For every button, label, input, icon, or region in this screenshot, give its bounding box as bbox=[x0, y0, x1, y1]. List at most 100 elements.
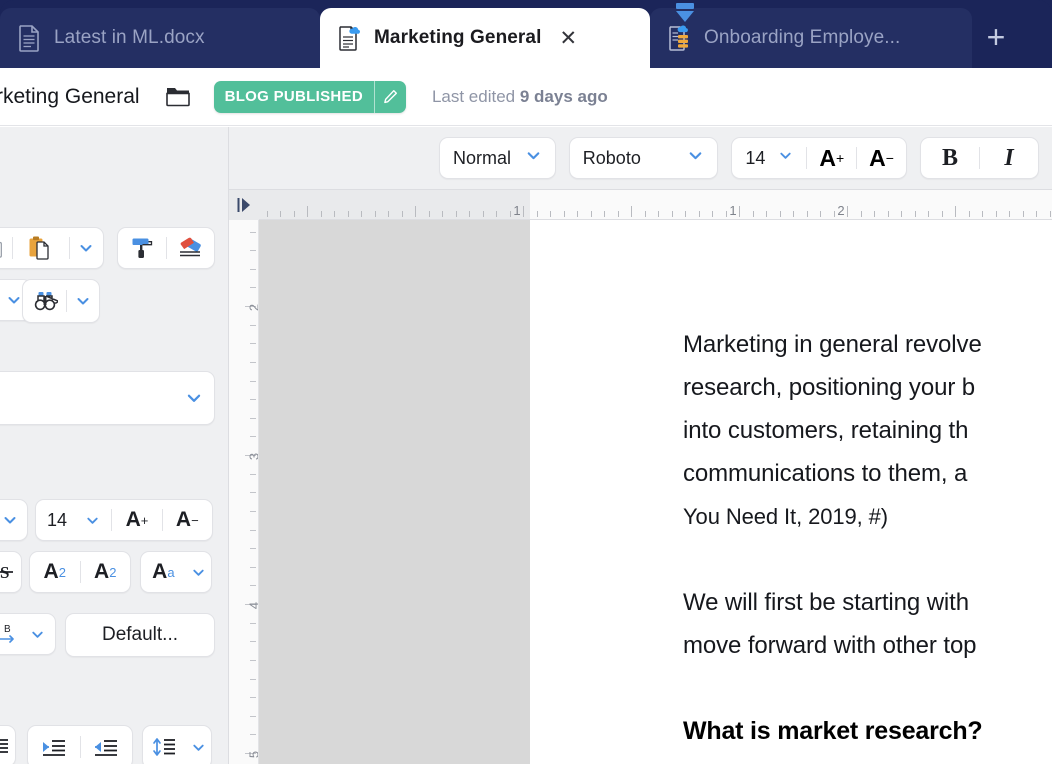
ruler-tick bbox=[1050, 211, 1051, 217]
chevron-down-icon[interactable] bbox=[778, 148, 793, 168]
ruler-tick bbox=[591, 211, 592, 217]
letter-spacing-icon[interactable]: A B bbox=[0, 614, 21, 654]
ruler-tick bbox=[577, 211, 578, 217]
chevron-down-icon[interactable] bbox=[186, 726, 211, 764]
chevron-down-icon[interactable] bbox=[21, 614, 53, 654]
ruler-tick bbox=[672, 211, 673, 217]
chevron-down-icon[interactable] bbox=[70, 228, 103, 268]
vertical-ruler-tick bbox=[250, 362, 256, 363]
find-group bbox=[22, 279, 100, 323]
ruler-tick bbox=[847, 206, 848, 217]
panel-expand-icon[interactable] bbox=[229, 190, 259, 220]
line-spacing-icon[interactable] bbox=[143, 726, 186, 764]
indent-decrease-icon[interactable] bbox=[81, 726, 133, 764]
strikethrough-group-clipped[interactable]: S bbox=[0, 551, 22, 593]
status-badge-label: BLOG PUBLISHED bbox=[214, 81, 374, 113]
decrease-font-size-button[interactable]: A− bbox=[163, 500, 212, 540]
ruler-tick bbox=[618, 211, 619, 217]
align-group-clipped[interactable] bbox=[0, 725, 16, 764]
line-spacing-group[interactable] bbox=[142, 725, 212, 764]
pencil-icon[interactable] bbox=[374, 81, 406, 113]
change-case-group[interactable]: Aa bbox=[140, 551, 212, 593]
ruler-tick bbox=[820, 211, 821, 217]
font-select-clipped[interactable] bbox=[0, 499, 28, 541]
document-list-cloud-icon bbox=[666, 24, 692, 52]
vertical-ruler-tick bbox=[250, 734, 256, 735]
document-cloud-icon bbox=[336, 24, 362, 52]
ruler-tick bbox=[456, 211, 457, 217]
ruler-tick bbox=[834, 211, 835, 217]
superscript-button[interactable]: A2 bbox=[30, 552, 80, 592]
font-size-group-top: 14 A+ A− bbox=[731, 137, 907, 179]
new-tab-button[interactable]: + bbox=[975, 16, 1017, 58]
indent-increase-icon[interactable] bbox=[28, 726, 80, 764]
default-style-label: Default... bbox=[102, 624, 178, 646]
chevron-down-icon[interactable] bbox=[525, 147, 542, 169]
ruler-tick bbox=[658, 211, 659, 217]
change-case-button[interactable]: Aa bbox=[141, 552, 186, 592]
font-family-select[interactable]: Roboto bbox=[569, 137, 719, 179]
paragraph-style-select[interactable]: Normal bbox=[439, 137, 556, 179]
bold-button[interactable]: B bbox=[921, 138, 979, 178]
tab-marketing-general[interactable]: Marketing General ✕ bbox=[320, 8, 650, 68]
ruler-tick bbox=[307, 206, 308, 217]
eraser-icon[interactable] bbox=[167, 228, 215, 268]
chevron-down-icon[interactable] bbox=[186, 552, 211, 592]
ruler-tick bbox=[982, 211, 983, 217]
change-case-sub: a bbox=[167, 565, 174, 580]
ruler-tick bbox=[550, 211, 551, 217]
default-style-button[interactable]: Default... bbox=[65, 613, 215, 657]
horizontal-ruler[interactable]: 112 bbox=[229, 190, 1052, 220]
folder-icon[interactable] bbox=[164, 84, 192, 110]
strikethrough-icon[interactable]: S bbox=[0, 552, 21, 592]
chevron-down-icon[interactable] bbox=[67, 280, 99, 322]
decrease-font-size-button-top[interactable]: A− bbox=[857, 138, 906, 178]
ruler-tick bbox=[361, 211, 362, 217]
paint-roller-icon[interactable] bbox=[118, 228, 166, 268]
align-icon[interactable] bbox=[0, 726, 15, 764]
paragraph-line: We will first be starting with bbox=[683, 581, 1052, 624]
ruler-tick bbox=[294, 211, 295, 217]
ruler-tick bbox=[712, 211, 713, 217]
indent-marker-icon[interactable] bbox=[674, 2, 696, 28]
vertical-ruler-tick bbox=[250, 697, 256, 698]
status-badge[interactable]: BLOG PUBLISHED bbox=[214, 81, 406, 113]
vertical-ruler-number: 4 bbox=[247, 602, 260, 609]
chevron-down-icon[interactable] bbox=[0, 500, 27, 540]
ruler-tick bbox=[928, 211, 929, 217]
ruler-tick bbox=[1023, 211, 1024, 217]
document-body[interactable]: Marketing in general revolve research, p… bbox=[530, 220, 1052, 753]
ruler-tick bbox=[645, 211, 646, 217]
decrease-font-sup: − bbox=[191, 513, 199, 528]
increase-font-size-button[interactable]: A+ bbox=[112, 500, 161, 540]
subscript-button[interactable]: A2 bbox=[81, 552, 131, 592]
close-icon[interactable]: ✕ bbox=[559, 28, 577, 49]
tab-onboarding-employee[interactable]: Onboarding Employe... bbox=[650, 8, 972, 68]
font-size-select[interactable]: 14 bbox=[36, 500, 111, 540]
font-size-select-top[interactable]: 14 bbox=[732, 138, 806, 178]
vertical-ruler-tick bbox=[250, 343, 256, 344]
vertical-ruler-tick bbox=[250, 474, 256, 475]
italic-button[interactable]: I bbox=[980, 138, 1038, 178]
style-select[interactable] bbox=[0, 371, 215, 425]
vertical-ruler-tick bbox=[250, 716, 256, 717]
document-page[interactable]: Marketing in general revolve research, p… bbox=[530, 220, 1052, 764]
chevron-down-icon[interactable] bbox=[687, 147, 704, 169]
text-style-group: B I bbox=[920, 137, 1039, 179]
ruler-tick bbox=[402, 211, 403, 217]
tab-latest-in-ml[interactable]: Latest in ML.docx bbox=[0, 8, 320, 68]
vertical-ruler[interactable]: 2345 bbox=[229, 220, 259, 764]
ruler-tick bbox=[348, 211, 349, 217]
paste-clipboard-icon[interactable] bbox=[13, 228, 68, 268]
vertical-ruler-tick bbox=[250, 287, 256, 288]
binoculars-icon[interactable] bbox=[23, 280, 66, 322]
svg-text:B: B bbox=[4, 624, 11, 635]
change-case-label: A bbox=[152, 560, 167, 584]
chevron-down-icon[interactable] bbox=[174, 372, 214, 424]
vertical-ruler-tick bbox=[250, 232, 256, 233]
paragraph-line: research, positioning your b bbox=[683, 366, 1052, 409]
increase-font-size-button-top[interactable]: A+ bbox=[807, 138, 856, 178]
paragraph-style-value: Normal bbox=[453, 148, 511, 169]
copy-icon[interactable] bbox=[0, 228, 12, 268]
ruler-tick bbox=[901, 211, 902, 217]
